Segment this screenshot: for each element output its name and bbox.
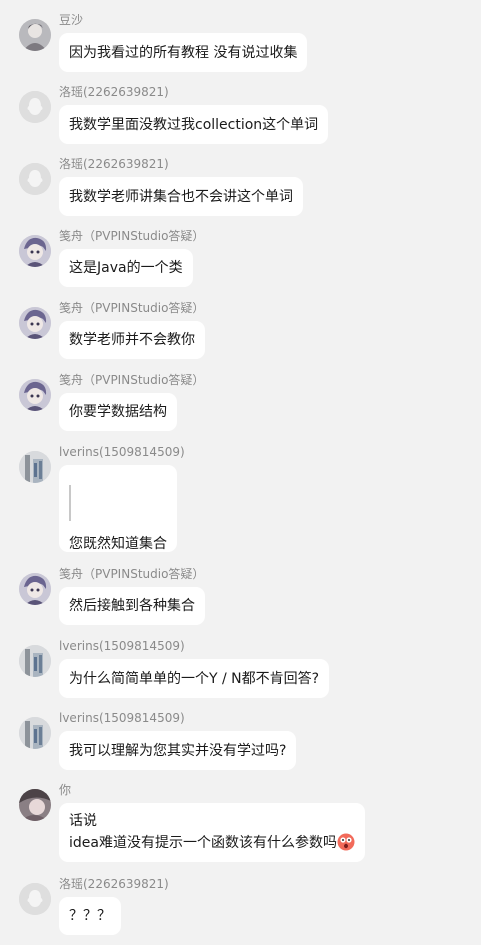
message-text: 你要学数据结构 xyxy=(69,404,167,420)
message-text: idea难道没有提示一个函数该有什么参数吗 xyxy=(69,832,355,854)
default-avatar-icon xyxy=(19,163,51,195)
user-avatar[interactable] xyxy=(19,163,51,195)
sender-name: 豆沙 xyxy=(59,13,84,27)
default-avatar-icon xyxy=(19,91,51,123)
message-bubble[interactable]: 您既然知道集合 xyxy=(59,465,177,552)
avatar-lverins-icon xyxy=(19,645,51,677)
message-text: ？？？ xyxy=(69,908,111,924)
message-bubble[interactable]: 我可以理解为您其实并没有学过吗? xyxy=(59,731,297,770)
sender-name: lverins(1509814509) xyxy=(59,639,185,653)
message-bubble[interactable]: 因为我看过的所有教程 没有说过收集 xyxy=(59,33,308,72)
message-bubble[interactable]: 话说 idea难道没有提示一个函数该有什么参数吗 xyxy=(59,803,365,862)
message-text: 话说 xyxy=(69,813,97,829)
message-text: 为什么简简单单的一个Y / N都不肯回答? xyxy=(69,671,320,687)
sender-name: lverins(1509814509) xyxy=(59,711,185,725)
message-bubble[interactable]: 我数学老师讲集合也不会讲这个单词 xyxy=(59,177,303,216)
sender-name: lverins(1509814509) xyxy=(59,445,185,459)
user-avatar[interactable] xyxy=(19,379,51,411)
avatar-jianzhou-icon xyxy=(19,379,51,411)
sender-name: 笺舟（PVPINStudio答疑） xyxy=(59,229,205,243)
avatar-me-icon xyxy=(19,789,51,821)
message-bubble[interactable]: 数学老师并不会教你 xyxy=(59,321,205,359)
message-text: 然后接触到各种集合 xyxy=(69,598,195,614)
default-avatar-icon xyxy=(19,883,51,915)
message-text: 我数学里面没教过我collection这个单词 xyxy=(69,117,319,133)
sender-name: 洛瑶(2262639821) xyxy=(59,877,169,891)
user-avatar[interactable] xyxy=(19,451,51,483)
sender-name: 笺舟（PVPINStudio答疑） xyxy=(59,373,205,387)
message-bubble[interactable]: ？？？ xyxy=(59,897,121,935)
user-avatar[interactable] xyxy=(19,307,51,339)
sender-name: 洛瑶(2262639821) xyxy=(59,157,169,171)
shocked-face-emoji-icon xyxy=(337,833,355,851)
message-text: 您既然知道集合 xyxy=(69,536,167,552)
avatar-jianzhou-icon xyxy=(19,573,51,605)
user-avatar[interactable] xyxy=(19,235,51,267)
message-text: 这是Java的一个类 xyxy=(69,260,183,276)
message-text: 因为我看过的所有教程 没有说过收集 xyxy=(69,45,298,61)
avatar-jianzhou-icon xyxy=(19,307,51,339)
message-bubble[interactable]: 我数学里面没教过我collection这个单词 xyxy=(59,105,329,144)
sender-name: 洛瑶(2262639821) xyxy=(59,85,169,99)
avatar-lverins-icon xyxy=(19,451,51,483)
message-text-line-2: idea难道没有提示一个函数该有什么参数吗 xyxy=(69,835,337,851)
user-avatar[interactable] xyxy=(19,645,51,677)
sender-name: 笺舟（PVPINStudio答疑） xyxy=(59,567,205,581)
avatar-jianzhou-icon xyxy=(19,235,51,267)
user-avatar[interactable] xyxy=(19,789,51,821)
message-bubble[interactable]: 这是Java的一个类 xyxy=(59,249,193,287)
sender-name: 笺舟（PVPINStudio答疑） xyxy=(59,301,205,315)
message-text: 我数学老师讲集合也不会讲这个单词 xyxy=(69,189,293,205)
sender-name: 你 xyxy=(59,783,72,797)
user-avatar[interactable] xyxy=(19,91,51,123)
user-avatar[interactable] xyxy=(19,573,51,605)
user-avatar[interactable] xyxy=(19,717,51,749)
message-bubble[interactable]: 为什么简简单单的一个Y / N都不肯回答? xyxy=(59,659,330,698)
user-avatar[interactable] xyxy=(19,19,51,51)
user-avatar[interactable] xyxy=(19,883,51,915)
message-text: 我可以理解为您其实并没有学过吗? xyxy=(69,743,287,759)
avatar-lverins-icon xyxy=(19,717,51,749)
message-bubble[interactable]: 你要学数据结构 xyxy=(59,393,177,431)
message-text: 数学老师并不会教你 xyxy=(69,332,195,348)
quote-bar xyxy=(69,485,71,521)
avatar-dousha-icon xyxy=(19,19,51,51)
message-bubble[interactable]: 然后接触到各种集合 xyxy=(59,587,205,625)
